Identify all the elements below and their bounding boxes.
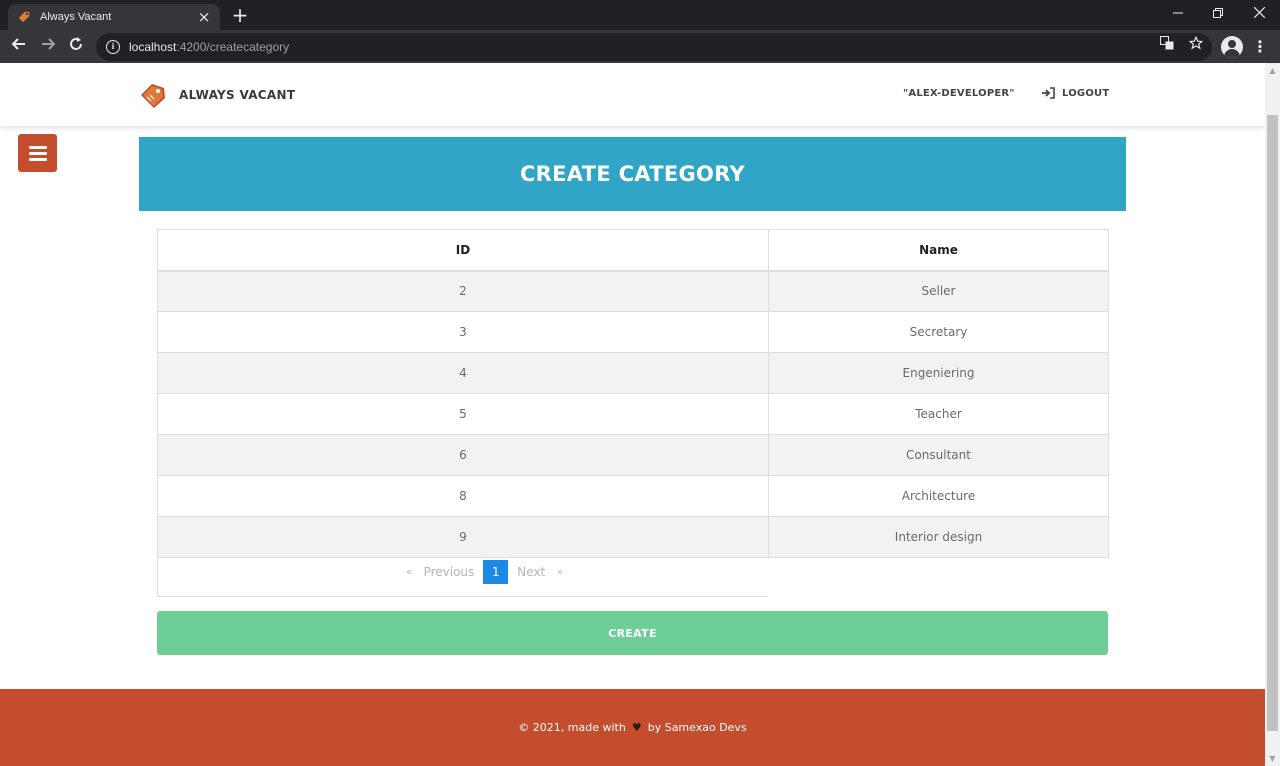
page-scrollbar[interactable]: ▲ ▼ bbox=[1265, 63, 1280, 766]
translate-icon[interactable] bbox=[1158, 36, 1176, 54]
restore-icon[interactable] bbox=[1203, 3, 1233, 25]
cell-id: 8 bbox=[157, 475, 769, 517]
cell-name: Interior design bbox=[768, 516, 1109, 558]
scrollbar-thumb[interactable] bbox=[1267, 115, 1278, 731]
cell-name: Consultant bbox=[768, 434, 1109, 476]
page-viewport: ALWAYS VACANT "ALEX-DEVELOPER" LOGOUT CR… bbox=[0, 63, 1265, 766]
cell-name: Secretary bbox=[768, 311, 1109, 353]
info-icon[interactable]: i bbox=[106, 40, 120, 54]
tab-close-icon[interactable]: × bbox=[196, 9, 212, 25]
window-close-icon[interactable] bbox=[1244, 3, 1274, 25]
browser-toolbar: i localhost:4200/createcategory ⋮ bbox=[0, 30, 1280, 63]
pagination: « Previous 1 Next » bbox=[406, 560, 563, 584]
logout-icon bbox=[1042, 87, 1056, 99]
create-label: CREATE bbox=[608, 626, 657, 640]
table-header-row: ID Name bbox=[157, 229, 1109, 272]
table-row[interactable]: 8 Architecture bbox=[157, 475, 1109, 517]
cell-name: Architecture bbox=[768, 475, 1109, 517]
cell-id: 9 bbox=[157, 516, 769, 558]
tag-icon bbox=[16, 9, 32, 25]
table-row[interactable]: 6 Consultant bbox=[157, 434, 1109, 476]
footer-text-before: © 2021, made with bbox=[518, 721, 626, 734]
profile-icon[interactable] bbox=[1221, 36, 1243, 58]
cell-name: Engeniering bbox=[768, 352, 1109, 394]
scroll-up-icon[interactable]: ▲ bbox=[1265, 63, 1280, 78]
user-name: "ALEX-DEVELOPER" bbox=[903, 88, 1015, 99]
scroll-down-icon[interactable]: ▼ bbox=[1265, 751, 1280, 766]
footer-text-after[interactable]: by Samexao Devs bbox=[648, 721, 747, 734]
table-row[interactable]: 4 Engeniering bbox=[157, 352, 1109, 394]
page-title: CREATE CATEGORY bbox=[519, 162, 746, 186]
back-icon[interactable] bbox=[7, 35, 31, 59]
cell-id: 6 bbox=[157, 434, 769, 476]
category-table-wrap: ID Name 2 Seller 3 Secretary 4 Engenieri… bbox=[157, 229, 1109, 558]
cell-name: Seller bbox=[768, 270, 1109, 312]
previous-page-button[interactable]: « Previous bbox=[406, 565, 474, 579]
browser-tab-strip: Always Vacant × + bbox=[0, 0, 1280, 30]
column-header-id[interactable]: ID bbox=[157, 229, 769, 272]
page-1-button[interactable]: 1 bbox=[483, 560, 509, 584]
next-page-button[interactable]: Next » bbox=[517, 565, 563, 579]
heart-icon: ♥ bbox=[631, 721, 642, 734]
url-text: localhost:4200/createcategory bbox=[129, 40, 290, 54]
site-header: ALWAYS VACANT "ALEX-DEVELOPER" LOGOUT bbox=[0, 63, 1265, 126]
next-label: Next bbox=[517, 565, 546, 579]
cell-id: 2 bbox=[157, 270, 769, 312]
category-table: ID Name 2 Seller 3 Secretary 4 Engenieri… bbox=[157, 229, 1109, 558]
address-bar[interactable]: i localhost:4200/createcategory bbox=[96, 33, 1212, 61]
site-footer: © 2021, made with ♥ by Samexao Devs bbox=[0, 689, 1265, 766]
minimize-icon[interactable] bbox=[1163, 3, 1193, 25]
browser-tab[interactable]: Always Vacant × bbox=[8, 4, 220, 30]
previous-label: Previous bbox=[423, 565, 475, 579]
table-row[interactable]: 9 Interior design bbox=[157, 516, 1109, 558]
browser-menu-icon[interactable]: ⋮ bbox=[1252, 35, 1268, 59]
forward-icon[interactable] bbox=[36, 35, 60, 59]
cell-id: 3 bbox=[157, 311, 769, 353]
brand[interactable]: ALWAYS VACANT bbox=[138, 80, 295, 110]
logout-button[interactable]: LOGOUT bbox=[1042, 87, 1109, 99]
tab-title: Always Vacant bbox=[40, 11, 112, 23]
page-banner: CREATE CATEGORY bbox=[139, 137, 1126, 211]
brand-name: ALWAYS VACANT bbox=[179, 88, 296, 102]
menu-icon[interactable] bbox=[18, 134, 57, 172]
column-header-name[interactable]: Name bbox=[768, 229, 1109, 272]
pagination-area: « Previous 1 Next » bbox=[157, 557, 768, 597]
table-row[interactable]: 3 Secretary bbox=[157, 311, 1109, 353]
new-tab-button[interactable]: + bbox=[230, 4, 250, 26]
cell-id: 5 bbox=[157, 393, 769, 435]
chevron-left-icon: « bbox=[406, 566, 413, 578]
create-button[interactable]: CREATE bbox=[157, 611, 1108, 655]
star-icon[interactable] bbox=[1187, 35, 1205, 54]
logout-label: LOGOUT bbox=[1062, 87, 1110, 99]
footer-credits: © 2021, made with ♥ by Samexao Devs bbox=[518, 721, 746, 734]
table-row[interactable]: 5 Teacher bbox=[157, 393, 1109, 435]
cell-id: 4 bbox=[157, 352, 769, 394]
tag-logo-icon bbox=[138, 80, 168, 110]
chevron-right-icon: » bbox=[556, 566, 563, 578]
table-row[interactable]: 2 Seller bbox=[157, 270, 1109, 312]
reload-icon[interactable] bbox=[64, 35, 88, 59]
cell-name: Teacher bbox=[768, 393, 1109, 435]
